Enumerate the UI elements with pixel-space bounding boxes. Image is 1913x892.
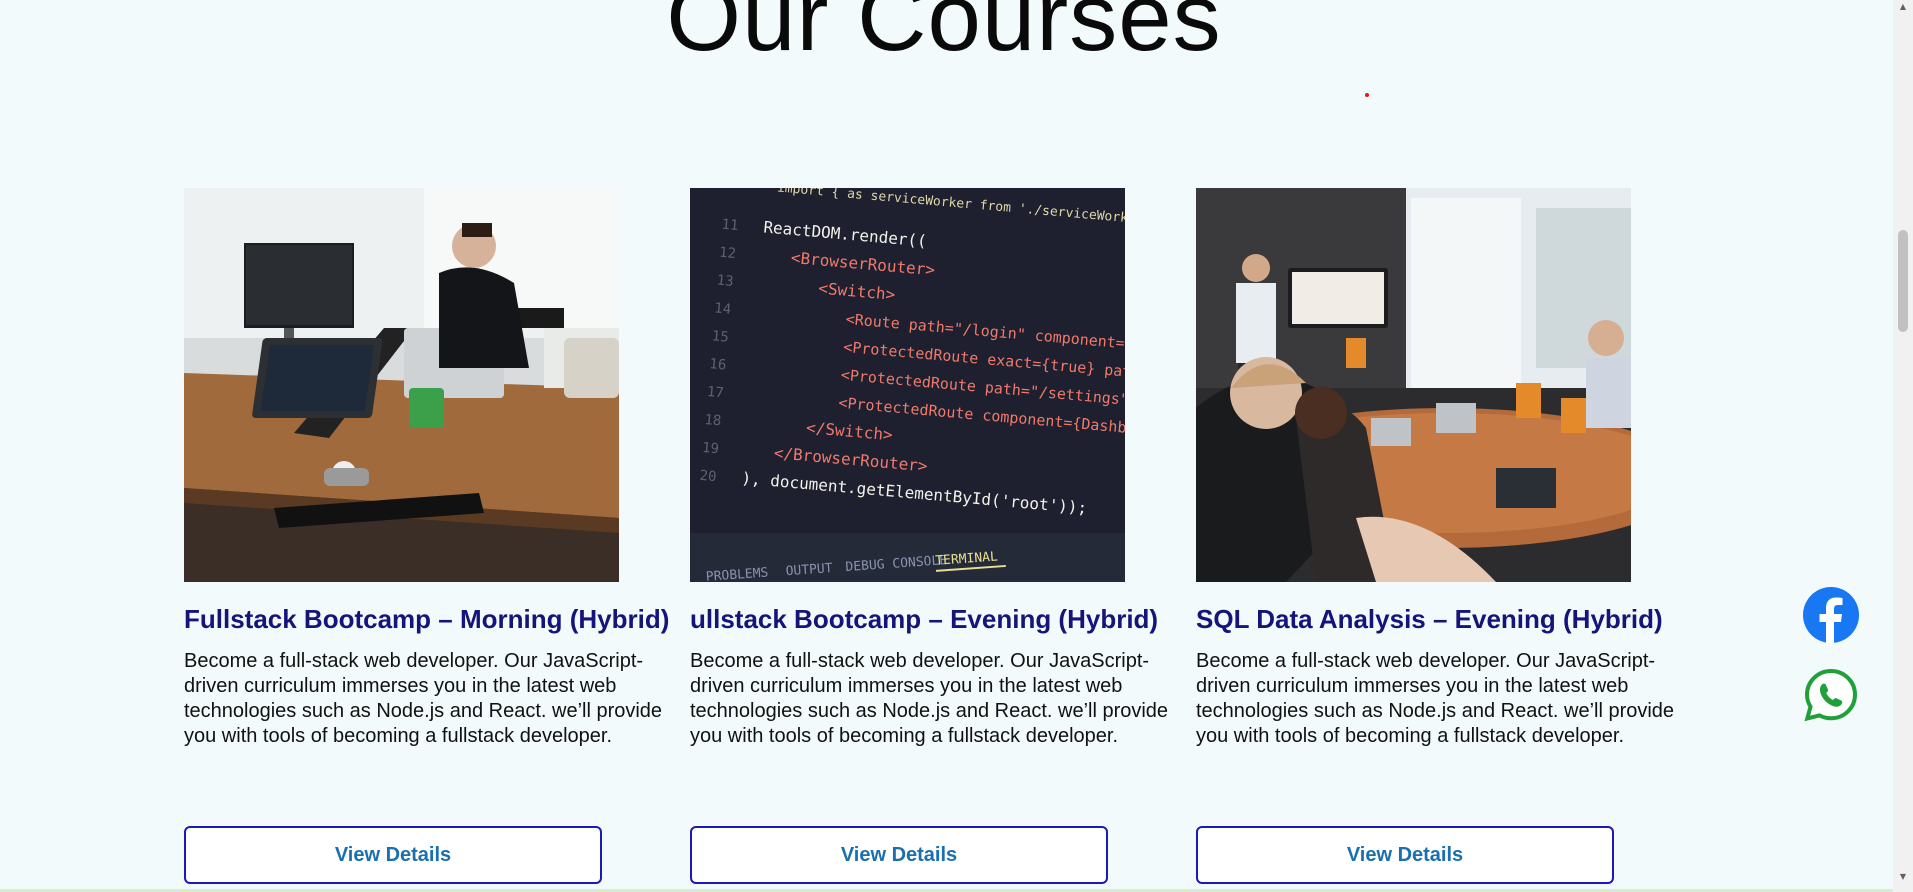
classroom-photo [1196,188,1631,582]
line-number: 11 [721,217,739,234]
scroll-down-arrow-icon[interactable]: ▼ [1893,870,1913,884]
vertical-scrollbar[interactable]: ▲ ▼ [1893,0,1913,892]
office-photo [184,188,619,582]
course-image-code: import { as serviceWorker from './servic… [690,188,1125,582]
course-title: ullstack Bootcamp – Evening (Hybrid) [690,604,1159,634]
course-card: Fullstack Bootcamp – Morning (Hybrid) Be… [184,188,684,884]
line-number: 12 [718,245,736,262]
course-image-office [184,188,619,582]
view-details-button[interactable]: View Details [184,826,602,884]
line-number: 18 [704,412,722,429]
course-title: Fullstack Bootcamp – Morning (Hybrid) [184,604,670,634]
whatsapp-icon[interactable] [1803,667,1859,723]
scrollbar-thumb[interactable] [1898,230,1908,332]
course-image-classroom [1196,188,1631,582]
view-details-button[interactable]: View Details [690,826,1108,884]
courses-page: Our Courses Fullstack Bootcamp – Morning… [0,0,1913,892]
section-title: Our Courses [666,0,1222,71]
course-description: Become a full-stack web developer. Our J… [184,650,663,747]
course-card: SQL Data Analysis – Evening (Hybrid) Bec… [1196,188,1696,884]
course-description: Become a full-stack web developer. Our J… [690,650,1169,747]
line-number: 17 [706,384,724,401]
line-number: 13 [716,273,734,290]
line-number: 20 [699,468,717,485]
line-number: 14 [714,300,732,317]
course-title: SQL Data Analysis – Evening (Hybrid) [1196,604,1663,634]
line-number: 19 [701,440,719,457]
course-description: Become a full-stack web developer. Our J… [1196,650,1675,747]
decorative-dot [1365,93,1369,97]
course-card: import { as serviceWorker from './servic… [690,188,1190,884]
view-details-button[interactable]: View Details [1196,826,1614,884]
facebook-icon[interactable] [1803,587,1859,643]
scroll-up-arrow-icon[interactable]: ▲ [1893,0,1913,14]
code-editor-photo: import { as serviceWorker from './servic… [690,188,1125,582]
line-number: 16 [709,356,727,373]
line-number: 15 [711,328,729,345]
